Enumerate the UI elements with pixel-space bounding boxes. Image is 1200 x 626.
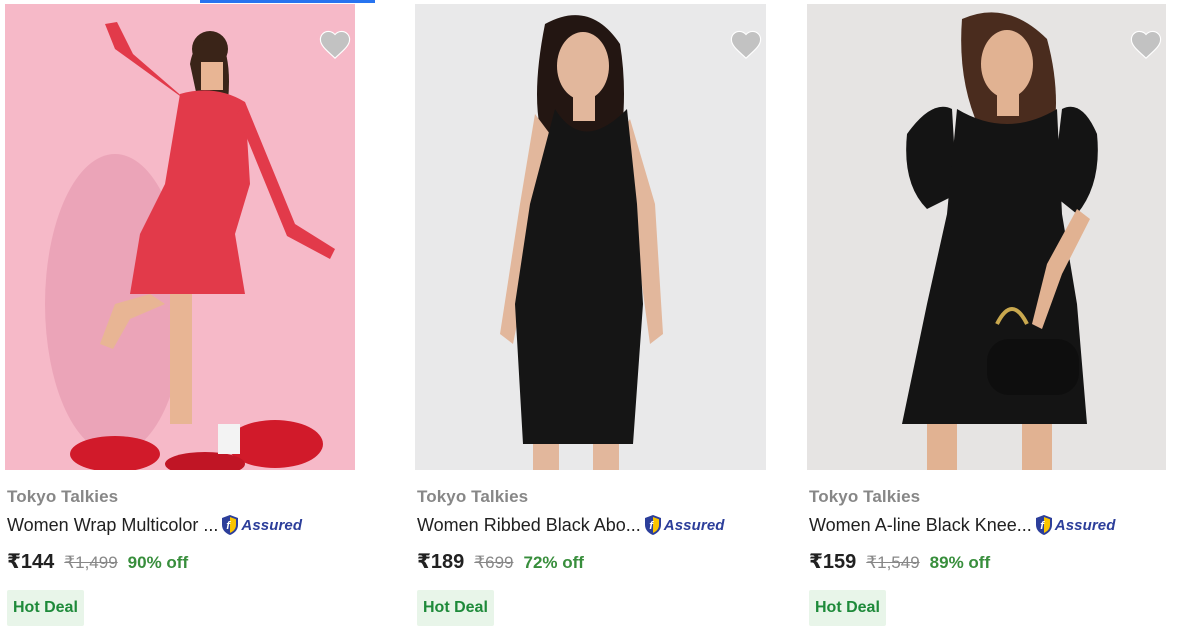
discount-label: 72% off [523, 553, 584, 572]
product-card[interactable]: Tokyo Talkies Women Wrap Multicolor ... … [5, 0, 355, 626]
assured-shield-icon: f [222, 515, 239, 535]
brand-name: Tokyo Talkies [809, 487, 921, 506]
discount-label: 89% off [929, 553, 991, 572]
title-row: Women A-line Black Knee... f Assured [809, 513, 1166, 537]
heart-icon [1130, 30, 1162, 59]
assured-shield-icon: f [644, 515, 661, 535]
title-row: Women Wrap Multicolor ... f Assured [7, 513, 355, 537]
selling-price: ₹159 [809, 551, 857, 573]
product-grid: Tokyo Talkies Women Wrap Multicolor ... … [0, 0, 1200, 626]
product-photo-pink-dress [5, 4, 355, 470]
price-row: ₹159 ₹1,549 89% off [809, 549, 1166, 573]
product-card[interactable]: Tokyo Talkies Women A-line Black Knee...… [807, 0, 1166, 626]
product-info: Tokyo Talkies Women A-line Black Knee...… [809, 486, 1166, 626]
brand-name: Tokyo Talkies [7, 487, 119, 506]
title-row: Women Ribbed Black Abo... f Assured [417, 513, 766, 537]
product-image[interactable] [415, 4, 766, 470]
product-info: Tokyo Talkies Women Ribbed Black Abo... … [417, 486, 766, 626]
product-photo-black-bodycon-dress [415, 4, 766, 470]
product-photo-black-aline-dress [807, 4, 1166, 470]
original-price: ₹699 [474, 553, 514, 572]
assured-label: Assured [241, 516, 303, 534]
price-row: ₹144 ₹1,499 90% off [7, 549, 355, 573]
assured-badge: f Assured [1034, 513, 1116, 537]
product-title[interactable]: Women Ribbed Black Abo... [417, 513, 641, 537]
wishlist-button[interactable] [726, 24, 766, 64]
selling-price: ₹144 [7, 551, 55, 573]
heart-icon [730, 30, 762, 59]
wishlist-button[interactable] [1126, 24, 1166, 64]
product-image[interactable] [807, 4, 1166, 470]
brand-name: Tokyo Talkies [417, 487, 529, 506]
wishlist-button[interactable] [315, 24, 355, 64]
original-price: ₹1,549 [866, 553, 920, 572]
product-info: Tokyo Talkies Women Wrap Multicolor ... … [7, 486, 355, 626]
product-image[interactable] [5, 4, 355, 470]
assured-badge: f Assured [220, 513, 302, 537]
price-row: ₹189 ₹699 72% off [417, 549, 766, 573]
product-title[interactable]: Women A-line Black Knee... [809, 513, 1032, 537]
hot-deal-badge: Hot Deal [417, 590, 494, 626]
assured-badge: f Assured [643, 513, 725, 537]
hot-deal-badge: Hot Deal [809, 590, 886, 626]
selling-price: ₹189 [417, 551, 465, 573]
assured-label: Assured [663, 516, 725, 534]
product-title[interactable]: Women Wrap Multicolor ... [7, 513, 218, 537]
original-price: ₹1,499 [64, 553, 118, 572]
heart-icon [319, 30, 351, 59]
assured-label: Assured [1054, 516, 1116, 534]
discount-label: 90% off [127, 553, 189, 572]
hot-deal-badge: Hot Deal [7, 590, 84, 626]
product-card[interactable]: Tokyo Talkies Women Ribbed Black Abo... … [415, 0, 766, 626]
assured-shield-icon: f [1035, 515, 1052, 535]
